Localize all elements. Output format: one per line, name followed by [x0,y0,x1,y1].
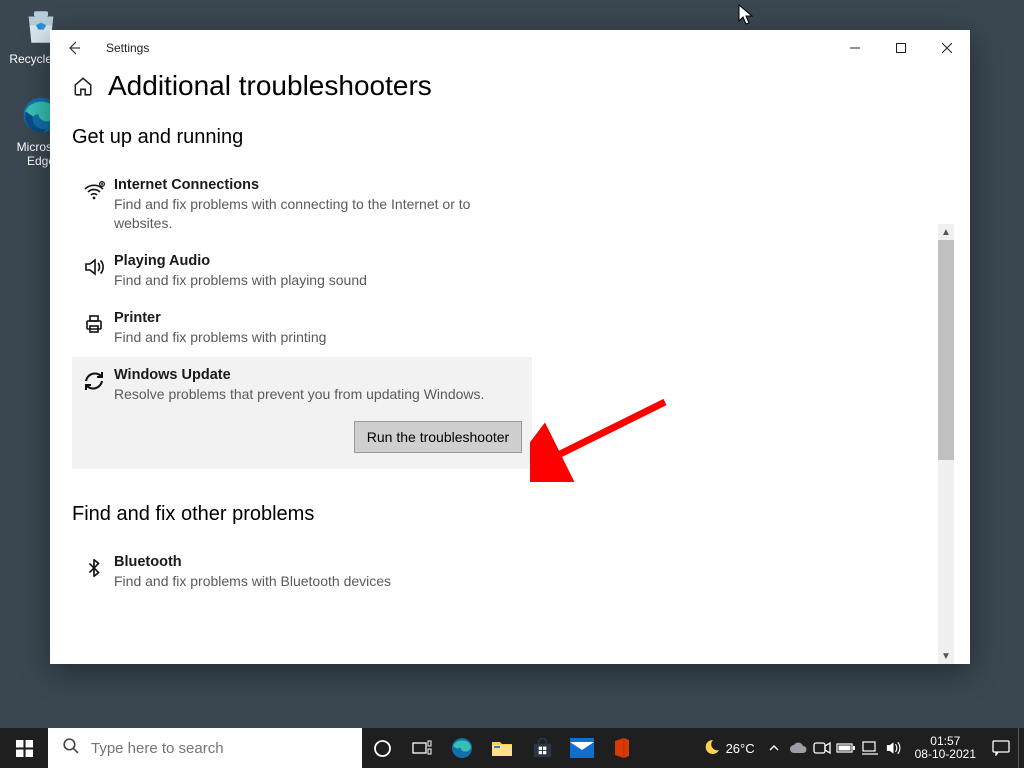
clock-date: 08-10-2021 [915,748,976,761]
scrollbar[interactable]: ▲ ▼ [938,224,954,664]
start-button[interactable] [0,728,48,768]
scroll-thumb[interactable] [938,240,954,460]
bluetooth-icon [76,554,112,591]
taskbar: 26°C 01:57 08-10-2021 [0,728,1024,768]
taskbar-app-store[interactable] [522,728,562,768]
section-title: Find and fix other problems [72,503,948,526]
item-desc: Find and fix problems with connecting to… [114,195,494,233]
close-button[interactable] [924,32,970,64]
item-desc: Find and fix problems with printing [114,328,494,347]
taskbar-app-explorer[interactable] [482,728,522,768]
system-tray [763,728,907,768]
item-desc: Find and fix problems with Bluetooth dev… [114,572,494,591]
section-title: Get up and running [72,126,948,149]
task-view-button[interactable] [402,728,442,768]
taskbar-clock[interactable]: 01:57 08-10-2021 [907,735,984,760]
item-name: Playing Audio [114,253,940,269]
troubleshooter-windows-update[interactable]: Windows Update Resolve problems that pre… [72,357,532,470]
troubleshooter-list-other: Bluetooth Find and fix problems with Blu… [72,544,948,601]
home-icon[interactable] [72,75,94,97]
item-desc: Find and fix problems with playing sound [114,271,494,290]
refresh-icon [76,367,112,404]
search-input[interactable] [91,740,331,757]
item-name: Internet Connections [114,177,940,193]
troubleshooter-printer[interactable]: Printer Find and fix problems with print… [72,300,948,357]
action-center-button[interactable] [984,728,1018,768]
maximize-button[interactable] [878,32,924,64]
item-desc: Resolve problems that prevent you from u… [114,385,494,404]
speaker-icon [76,253,112,290]
printer-icon [76,310,112,347]
scroll-up-button[interactable]: ▲ [938,224,954,240]
minimize-button[interactable] [832,32,878,64]
taskbar-app-office[interactable] [602,728,642,768]
mouse-cursor [738,4,756,26]
wifi-icon [76,177,112,233]
onedrive-icon[interactable] [787,728,809,768]
tray-overflow-button[interactable] [763,728,785,768]
taskbar-search[interactable] [48,728,362,768]
show-desktop-button[interactable] [1018,728,1024,768]
window-app-title: Settings [106,41,149,55]
settings-window: Settings Additional troubleshooters Get … [50,30,970,664]
battery-icon[interactable] [835,728,857,768]
item-name: Printer [114,310,940,326]
window-content: Additional troubleshooters Get up and ru… [50,66,970,664]
back-button[interactable] [58,32,90,64]
moon-icon [704,739,720,758]
troubleshooter-playing-audio[interactable]: Playing Audio Find and fix problems with… [72,243,948,300]
volume-icon[interactable] [883,728,905,768]
taskbar-weather[interactable]: 26°C [696,739,763,758]
taskbar-app-edge[interactable] [442,728,482,768]
network-icon[interactable] [859,728,881,768]
troubleshooter-list-getup: Internet Connections Find and fix proble… [72,167,948,469]
run-troubleshooter-button[interactable]: Run the troubleshooter [354,421,522,453]
search-icon [62,737,79,759]
item-name: Windows Update [114,367,524,383]
cortana-button[interactable] [362,728,402,768]
page-title: Additional troubleshooters [108,70,432,102]
taskbar-app-mail[interactable] [562,728,602,768]
weather-temp: 26°C [726,741,755,756]
titlebar: Settings [50,30,970,66]
meet-now-icon[interactable] [811,728,833,768]
item-name: Bluetooth [114,554,940,570]
troubleshooter-bluetooth[interactable]: Bluetooth Find and fix problems with Blu… [72,544,948,601]
troubleshooter-internet-connections[interactable]: Internet Connections Find and fix proble… [72,167,948,243]
scroll-down-button[interactable]: ▼ [938,648,954,664]
